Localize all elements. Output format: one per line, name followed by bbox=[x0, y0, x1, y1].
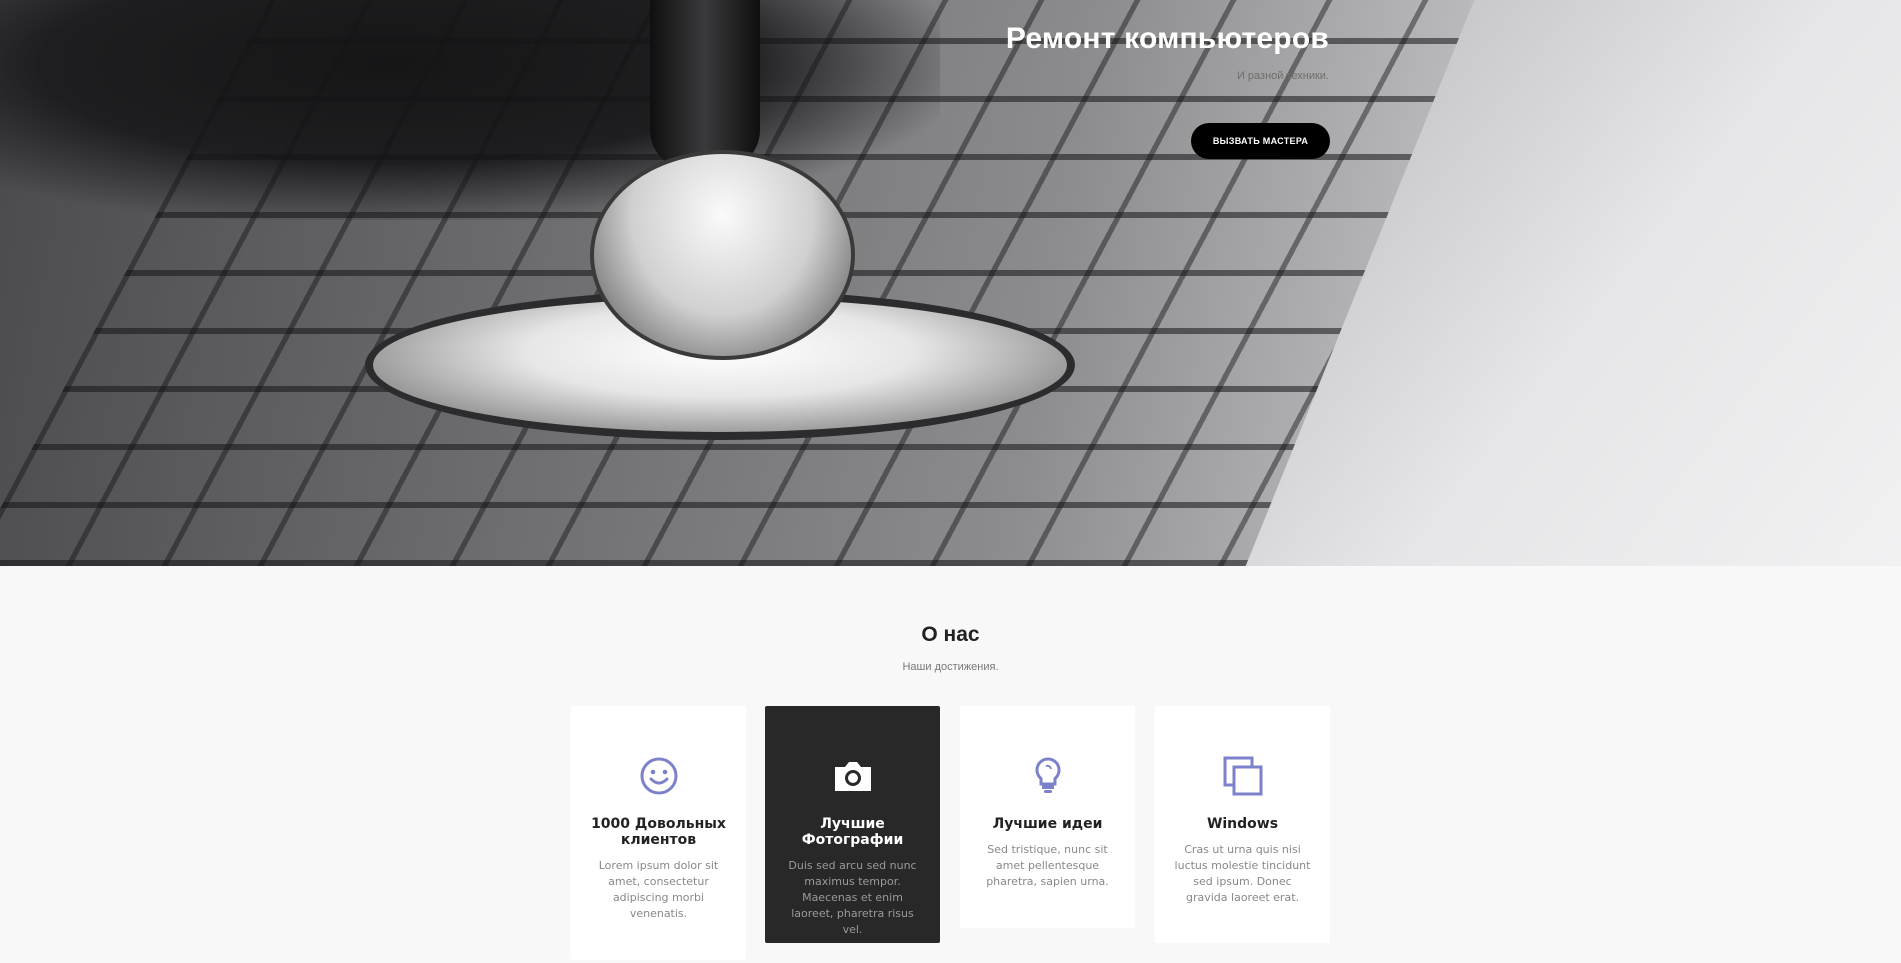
stethoscope-head-image bbox=[590, 150, 855, 360]
lightbulb-icon bbox=[1035, 757, 1060, 793]
feature-card-photos: Лучшие Фотографии Duis sed arcu sed nunc… bbox=[765, 706, 940, 943]
hero-text: Ремонт компьютеров И разной техники. bbox=[1006, 22, 1329, 82]
hero-title: Ремонт компьютеров bbox=[1005, 22, 1329, 55]
about-section: О нас Наши достижения. 1000 Довольных кл… bbox=[0, 566, 1901, 963]
feature-card-clients: 1000 Довольных клиентов Lorem ipsum dolo… bbox=[571, 706, 746, 960]
card-title: Лучшие Фотографии bbox=[801, 816, 904, 848]
feature-card-windows: Windows Cras ut urna quis nisi luctus mo… bbox=[1155, 706, 1330, 943]
smiley-icon bbox=[640, 757, 677, 795]
card-title: 1000 Довольных клиентов bbox=[591, 816, 726, 848]
about-subtitle: Наши достижения. bbox=[902, 661, 999, 673]
card-text: Cras ut urna quis nisi luctus molestie t… bbox=[1174, 843, 1311, 904]
card-text: Sed tristique, nunc sit amet pellentesqu… bbox=[986, 843, 1109, 888]
card-title: Лучшие идеи bbox=[992, 816, 1103, 832]
card-text: Duis sed arcu sed nunc maximus tempor. M… bbox=[788, 859, 917, 936]
about-title: О нас bbox=[921, 623, 980, 646]
card-title: Windows bbox=[1206, 816, 1279, 832]
camera-icon bbox=[834, 762, 871, 791]
hero-subtitle: И разной техники. bbox=[1236, 70, 1329, 82]
hero-banner: Ремонт компьютеров И разной техники. ВЫЗ… bbox=[0, 0, 1901, 566]
feature-card-ideas: Лучшие идеи Sed tristique, nunc sit amet… bbox=[960, 706, 1135, 928]
stethoscope-tube-image bbox=[650, 0, 760, 170]
card-text: Lorem ipsum dolor sit amet, consectetur … bbox=[598, 859, 719, 920]
call-master-button[interactable]: ВЫЗВАТЬ МАСТЕРА bbox=[1191, 123, 1330, 159]
windows-icon bbox=[1223, 756, 1262, 796]
